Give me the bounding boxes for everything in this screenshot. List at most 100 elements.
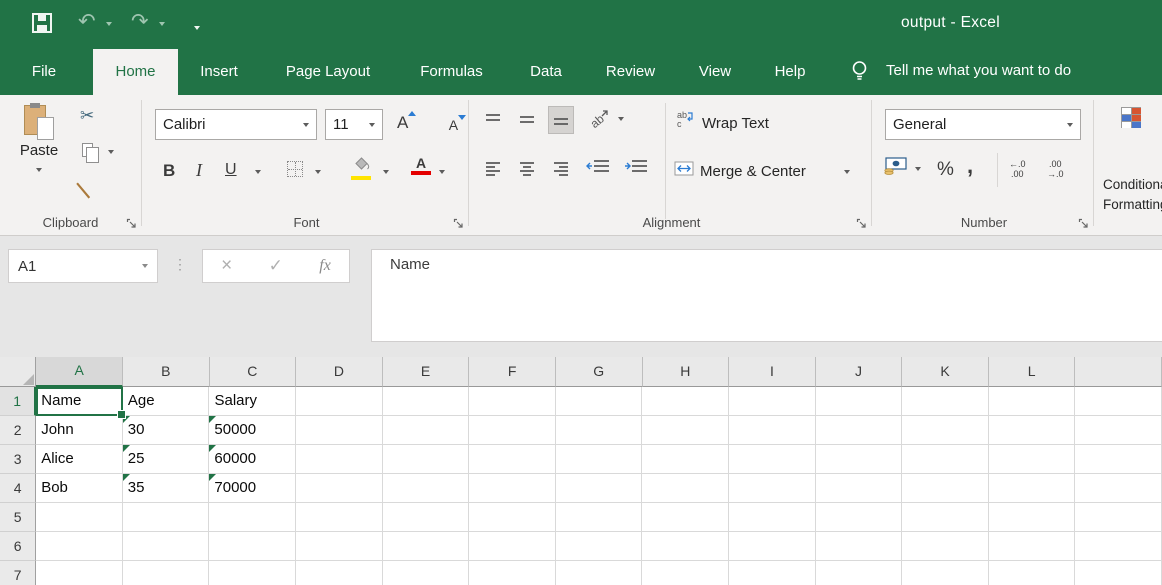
font-color-icon[interactable]: A [411, 157, 431, 175]
cell-f2[interactable] [469, 416, 556, 445]
row-header-4[interactable]: 4 [0, 474, 36, 503]
middle-align-button[interactable] [514, 106, 540, 134]
cell-f3[interactable] [469, 445, 556, 474]
cell-k1[interactable] [902, 387, 989, 416]
cell-d6[interactable] [296, 532, 383, 561]
tab-review[interactable]: Review [602, 49, 659, 95]
column-header-l[interactable]: L [989, 357, 1076, 387]
underline-button[interactable]: U [225, 161, 237, 179]
enter-icon[interactable]: ✓ [269, 256, 283, 276]
cell-e4[interactable] [383, 474, 470, 503]
alignment-dialog-launcher-icon[interactable] [856, 218, 867, 229]
clipboard-dialog-launcher-icon[interactable] [126, 218, 137, 229]
tab-help[interactable]: Help [771, 49, 809, 95]
redo-icon[interactable]: ↷ [131, 11, 149, 32]
cell-b7[interactable] [123, 561, 210, 585]
cell-b6[interactable] [123, 532, 210, 561]
cell-f6[interactable] [469, 532, 556, 561]
row-header-7[interactable]: 7 [0, 561, 36, 585]
save-icon[interactable] [31, 12, 53, 34]
undo-icon[interactable]: ↶ [78, 11, 96, 32]
cell-l4[interactable] [989, 474, 1076, 503]
cell-g5[interactable] [556, 503, 643, 532]
cell-l3[interactable] [989, 445, 1076, 474]
customize-qat-icon[interactable] [191, 17, 204, 35]
cell-d3[interactable] [296, 445, 383, 474]
cell-g2[interactable] [556, 416, 643, 445]
tab-insert[interactable]: Insert [193, 49, 245, 95]
cell-f5[interactable] [469, 503, 556, 532]
tab-data[interactable]: Data [527, 49, 565, 95]
cell-a7[interactable] [36, 561, 123, 585]
copy-chevron-icon[interactable] [108, 150, 114, 154]
cut-icon[interactable]: ✂ [80, 106, 94, 126]
align-center-button[interactable] [514, 155, 540, 183]
cell-h2[interactable] [642, 416, 729, 445]
accounting-chevron-icon[interactable] [915, 167, 921, 171]
cell-k2[interactable] [902, 416, 989, 445]
tab-file[interactable]: File [20, 49, 68, 95]
merge-center-chevron-icon[interactable] [844, 170, 850, 174]
increase-decimal-button[interactable]: ←.0 .00 [1009, 159, 1026, 179]
cell-e2[interactable] [383, 416, 470, 445]
bold-button[interactable]: B [163, 161, 175, 181]
cell-c2[interactable]: 50000 [209, 416, 296, 445]
accounting-format-icon[interactable] [883, 157, 907, 180]
cell-e1[interactable] [383, 387, 470, 416]
cell-k3[interactable] [902, 445, 989, 474]
row-header-3[interactable]: 3 [0, 445, 36, 474]
italic-button[interactable]: I [196, 160, 202, 181]
column-header-e[interactable]: E [383, 357, 470, 387]
cell-k4[interactable] [902, 474, 989, 503]
merge-center-button[interactable]: Merge & Center [700, 163, 806, 180]
cell-h7[interactable] [642, 561, 729, 585]
column-header-f[interactable]: F [469, 357, 556, 387]
font-size-select[interactable]: 11 [325, 109, 383, 140]
cell-g7[interactable] [556, 561, 643, 585]
cell-d7[interactable] [296, 561, 383, 585]
cell-l1[interactable] [989, 387, 1076, 416]
cell-e7[interactable] [383, 561, 470, 585]
cell-i3[interactable] [729, 445, 816, 474]
cell-d1[interactable] [296, 387, 383, 416]
decrease-indent-icon[interactable] [586, 158, 612, 181]
borders-icon[interactable] [287, 161, 303, 177]
font-color-chevron-icon[interactable] [439, 170, 445, 174]
column-header-c[interactable]: C [210, 357, 297, 387]
cell-d2[interactable] [296, 416, 383, 445]
increase-indent-icon[interactable] [624, 158, 650, 181]
cell-h4[interactable] [642, 474, 729, 503]
column-header-a[interactable]: A [36, 357, 123, 387]
cancel-icon[interactable]: × [221, 255, 232, 277]
name-box[interactable]: A1 [8, 249, 158, 283]
cell-c3[interactable]: 60000 [209, 445, 296, 474]
column-header-j[interactable]: J [816, 357, 903, 387]
cell-a4[interactable]: Bob [36, 474, 123, 503]
orientation-icon[interactable]: ab [588, 107, 612, 136]
cell-b2[interactable]: 30 [123, 416, 210, 445]
merge-center-icon[interactable] [674, 161, 694, 181]
cell-i2[interactable] [729, 416, 816, 445]
cell-l7[interactable] [989, 561, 1076, 585]
cell-g4[interactable] [556, 474, 643, 503]
cell-i5[interactable] [729, 503, 816, 532]
align-left-button[interactable] [480, 155, 506, 183]
cell-g3[interactable] [556, 445, 643, 474]
cell-j4[interactable] [816, 474, 903, 503]
paste-button[interactable]: Paste [8, 100, 70, 202]
underline-chevron-icon[interactable] [255, 170, 261, 174]
tab-view[interactable]: View [696, 49, 734, 95]
cell-k6[interactable] [902, 532, 989, 561]
cell-c4[interactable]: 70000 [209, 474, 296, 503]
cell-b5[interactable] [123, 503, 210, 532]
insert-function-icon[interactable]: fx [319, 257, 331, 275]
percent-style-button[interactable]: % [937, 159, 954, 181]
column-header-i[interactable]: I [729, 357, 816, 387]
copy-icon[interactable] [82, 143, 93, 157]
cell-h3[interactable] [642, 445, 729, 474]
column-header-h[interactable]: H [643, 357, 730, 387]
select-all-corner[interactable] [0, 357, 36, 387]
cell-b4[interactable]: 35 [123, 474, 210, 503]
cell-l2[interactable] [989, 416, 1076, 445]
cell-i1[interactable] [729, 387, 816, 416]
